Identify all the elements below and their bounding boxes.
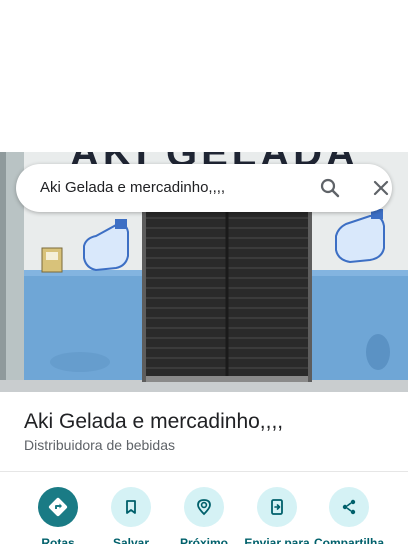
nearby-button[interactable]: Próximo xyxy=(168,487,240,544)
divider xyxy=(0,471,408,472)
send-to-phone-button[interactable]: Enviar para xyxy=(241,487,313,544)
directions-button[interactable]: Rotas xyxy=(22,487,94,544)
share-button[interactable]: Compartilha xyxy=(313,487,385,544)
send-to-phone-icon xyxy=(257,487,297,527)
search-bar[interactable]: Aki Gelada e mercadinho,,,, xyxy=(16,164,392,212)
directions-icon xyxy=(38,487,78,527)
save-button[interactable]: Salvar xyxy=(95,487,167,544)
place-screen: AKI GELADA xyxy=(0,0,408,544)
nearby-icon xyxy=(184,487,224,527)
search-icon[interactable] xyxy=(318,176,342,200)
share-label: Compartilha xyxy=(313,536,384,544)
share-icon xyxy=(329,487,369,527)
save-label: Salvar xyxy=(112,536,150,544)
search-query-text[interactable]: Aki Gelada e mercadinho,,,, xyxy=(40,179,225,196)
place-category[interactable]: Distribuidora de bebidas xyxy=(24,437,175,453)
close-icon[interactable] xyxy=(369,176,393,200)
place-title: Aki Gelada e mercadinho,,,, xyxy=(24,410,284,433)
nearby-label: Próximo xyxy=(179,536,228,544)
bookmark-icon xyxy=(111,487,151,527)
directions-label: Rotas xyxy=(41,536,75,544)
